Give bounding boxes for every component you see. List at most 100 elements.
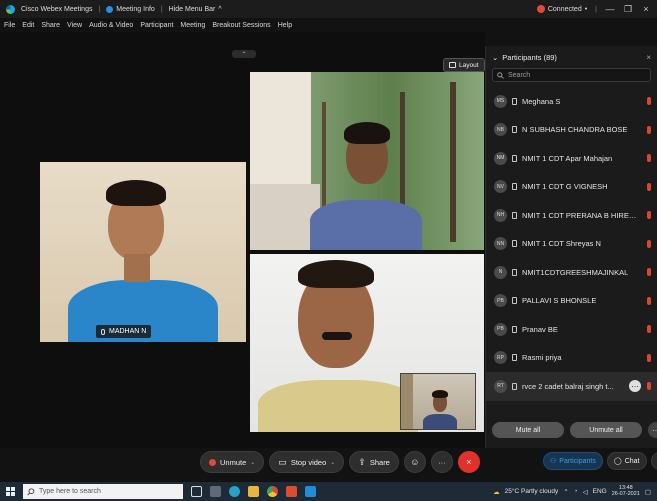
muted-mic-icon[interactable] xyxy=(647,353,651,362)
tree-trunk xyxy=(450,82,456,242)
edge-browser-icon[interactable] xyxy=(229,486,240,497)
hide-menu-label: Hide Menu Bar xyxy=(168,5,216,13)
speaker-name: MADHAN N xyxy=(109,328,147,335)
chevron-down-icon[interactable]: ⌄ xyxy=(492,53,498,62)
share-icon: ⇪ xyxy=(358,456,366,467)
meeting-controls: Unmute ⌄ ▭ Stop video ⌄ ⇪ Share ☺ ··· × xyxy=(200,449,480,475)
menu-meeting[interactable]: Meeting xyxy=(180,22,205,29)
participant-more-options-icon[interactable]: ⋯ xyxy=(629,380,641,393)
file-explorer-icon[interactable] xyxy=(248,486,259,497)
title-divider: | xyxy=(595,5,597,13)
share-button[interactable]: ⇪ Share xyxy=(349,451,399,473)
participant-row[interactable]: PB Pranav BE xyxy=(486,315,657,344)
participant-row[interactable]: RT rvce 2 cadet balraj singh t... ⋯ xyxy=(486,372,657,401)
menu-help[interactable]: Help xyxy=(278,22,292,29)
leave-meeting-button[interactable]: × xyxy=(457,451,480,473)
stop-video-button[interactable]: ▭ Stop video ⌄ xyxy=(269,451,345,473)
menu-bar: File Edit Share View Audio & Video Parti… xyxy=(0,18,657,32)
menu-edit[interactable]: Edit xyxy=(22,22,34,29)
volume-icon[interactable]: ◁ xyxy=(583,488,588,496)
participant-row[interactable]: NV NMIT 1 CDT G VIGNESH xyxy=(486,173,657,202)
widgets-icon[interactable] xyxy=(210,486,221,497)
menu-audio-video[interactable]: Audio & Video xyxy=(89,22,133,29)
mute-all-button[interactable]: Mute all xyxy=(492,422,564,438)
menu-view[interactable]: View xyxy=(67,22,82,29)
muted-mic-icon[interactable] xyxy=(647,125,651,134)
chevron-down-icon[interactable]: ⌄ xyxy=(250,459,255,466)
task-view-icon[interactable] xyxy=(191,486,202,497)
video-tile-main-speaker[interactable] xyxy=(40,162,246,342)
hide-menu-bar-button[interactable]: Hide Menu Bar ^ xyxy=(169,6,222,13)
chrome-browser-icon[interactable] xyxy=(267,486,278,497)
chevron-down-icon[interactable]: ⌄ xyxy=(330,459,335,466)
menu-breakout-sessions[interactable]: Breakout Sessions xyxy=(212,22,270,29)
chevron-up-icon: ^ xyxy=(218,5,222,13)
panel-more-button[interactable]: ··· xyxy=(648,422,657,438)
muted-mic-icon[interactable] xyxy=(647,182,651,191)
app-title: Cisco Webex Meetings xyxy=(21,5,93,13)
connection-icon xyxy=(536,5,545,13)
network-icon[interactable]: ◔ xyxy=(574,488,578,495)
video-tile-self-view[interactable] xyxy=(400,373,476,430)
menu-share[interactable]: Share xyxy=(41,22,60,29)
participants-footer: Mute all Unmute all ··· xyxy=(492,422,657,438)
more-panels-button[interactable]: ··· xyxy=(650,452,657,470)
muted-mic-icon[interactable] xyxy=(647,268,651,277)
windows-start-icon[interactable] xyxy=(6,487,15,496)
more-options-button[interactable]: ··· xyxy=(430,451,453,473)
connection-chevron-icon: • xyxy=(584,5,588,13)
meeting-info-button[interactable]: Meeting Info xyxy=(106,5,155,13)
webex-logo-icon xyxy=(6,4,15,14)
chat-toggle-button[interactable]: ◯ Chat xyxy=(606,452,647,470)
participant-row[interactable]: RP Rasmi priya xyxy=(486,344,657,373)
muted-mic-icon[interactable] xyxy=(647,296,651,305)
close-panel-button[interactable]: × xyxy=(646,53,651,62)
collapse-header-button[interactable]: ⌃ xyxy=(232,50,256,58)
muted-mic-icon[interactable] xyxy=(647,325,651,334)
notification-icon[interactable]: ▢ xyxy=(645,488,651,496)
participant-row[interactable]: NM NMIT 1 CDT Apar Mahajan xyxy=(486,144,657,173)
participant-row[interactable]: N NMIT1CDTGREESHMAJINKAL xyxy=(486,258,657,287)
participant-row[interactable]: PB PALLAVI S BHONSLE xyxy=(486,287,657,316)
participant-row[interactable]: MS Meghana S xyxy=(486,87,657,116)
restore-button[interactable]: ❐ xyxy=(623,4,633,15)
tray-chevron-icon[interactable]: ⌃ xyxy=(563,488,568,496)
mustache-shape xyxy=(322,332,352,340)
avatar: NM xyxy=(494,151,507,165)
participants-toggle-label: Participants xyxy=(559,457,596,465)
device-icon xyxy=(512,240,517,248)
windows-taskbar: Type here to search ☁ 25°C Partly cloudy… xyxy=(0,482,657,501)
language-indicator[interactable]: ENG xyxy=(593,488,607,495)
participant-row[interactable]: NH NMIT 1 CDT PRERANA B HIREM... xyxy=(486,201,657,230)
unmute-all-button[interactable]: Unmute all xyxy=(570,422,642,438)
unmute-button[interactable]: Unmute ⌄ xyxy=(200,451,265,473)
minimize-button[interactable]: — xyxy=(605,4,615,14)
participant-row[interactable]: NB N SUBHASH CHANDRA BOSE xyxy=(486,116,657,145)
close-window-button[interactable]: × xyxy=(641,4,651,14)
participant-row[interactable]: NN NMIT 1 CDT Shreyas N xyxy=(486,230,657,259)
video-camera-icon: ▭ xyxy=(278,456,287,467)
participant-name: Pranav BE xyxy=(522,324,558,334)
participants-panel: ⌄ Participants (89) × Search MS Meghana … xyxy=(485,46,657,448)
muted-mic-icon[interactable] xyxy=(647,97,651,106)
participant-search-input[interactable]: Search xyxy=(492,68,651,82)
taskbar-search-input[interactable]: Type here to search xyxy=(23,484,183,499)
store-app-icon[interactable] xyxy=(286,486,297,497)
title-divider: | xyxy=(160,5,163,13)
webex-taskbar-icon[interactable] xyxy=(305,486,316,497)
participants-toggle-button[interactable]: ⚇ Participants xyxy=(543,452,603,470)
menu-participant[interactable]: Participant xyxy=(140,22,173,29)
layout-button[interactable]: Layout xyxy=(443,58,485,72)
weather-text[interactable]: 25°C Partly cloudy xyxy=(505,488,559,495)
reactions-button[interactable]: ☺ xyxy=(403,451,426,473)
connection-status[interactable]: Connected • xyxy=(536,5,588,13)
muted-mic-icon[interactable] xyxy=(647,239,651,248)
participant-name: Meghana S xyxy=(522,96,561,106)
muted-mic-icon[interactable] xyxy=(647,382,651,391)
muted-mic-icon[interactable] xyxy=(647,211,651,220)
muted-mic-icon[interactable] xyxy=(647,154,651,163)
taskbar-clock[interactable]: 13:48 26-07-2021 xyxy=(612,485,640,497)
video-tile-participant-2[interactable] xyxy=(250,72,484,250)
menu-file[interactable]: File xyxy=(4,22,15,29)
taskbar-search-placeholder: Type here to search xyxy=(39,488,101,495)
